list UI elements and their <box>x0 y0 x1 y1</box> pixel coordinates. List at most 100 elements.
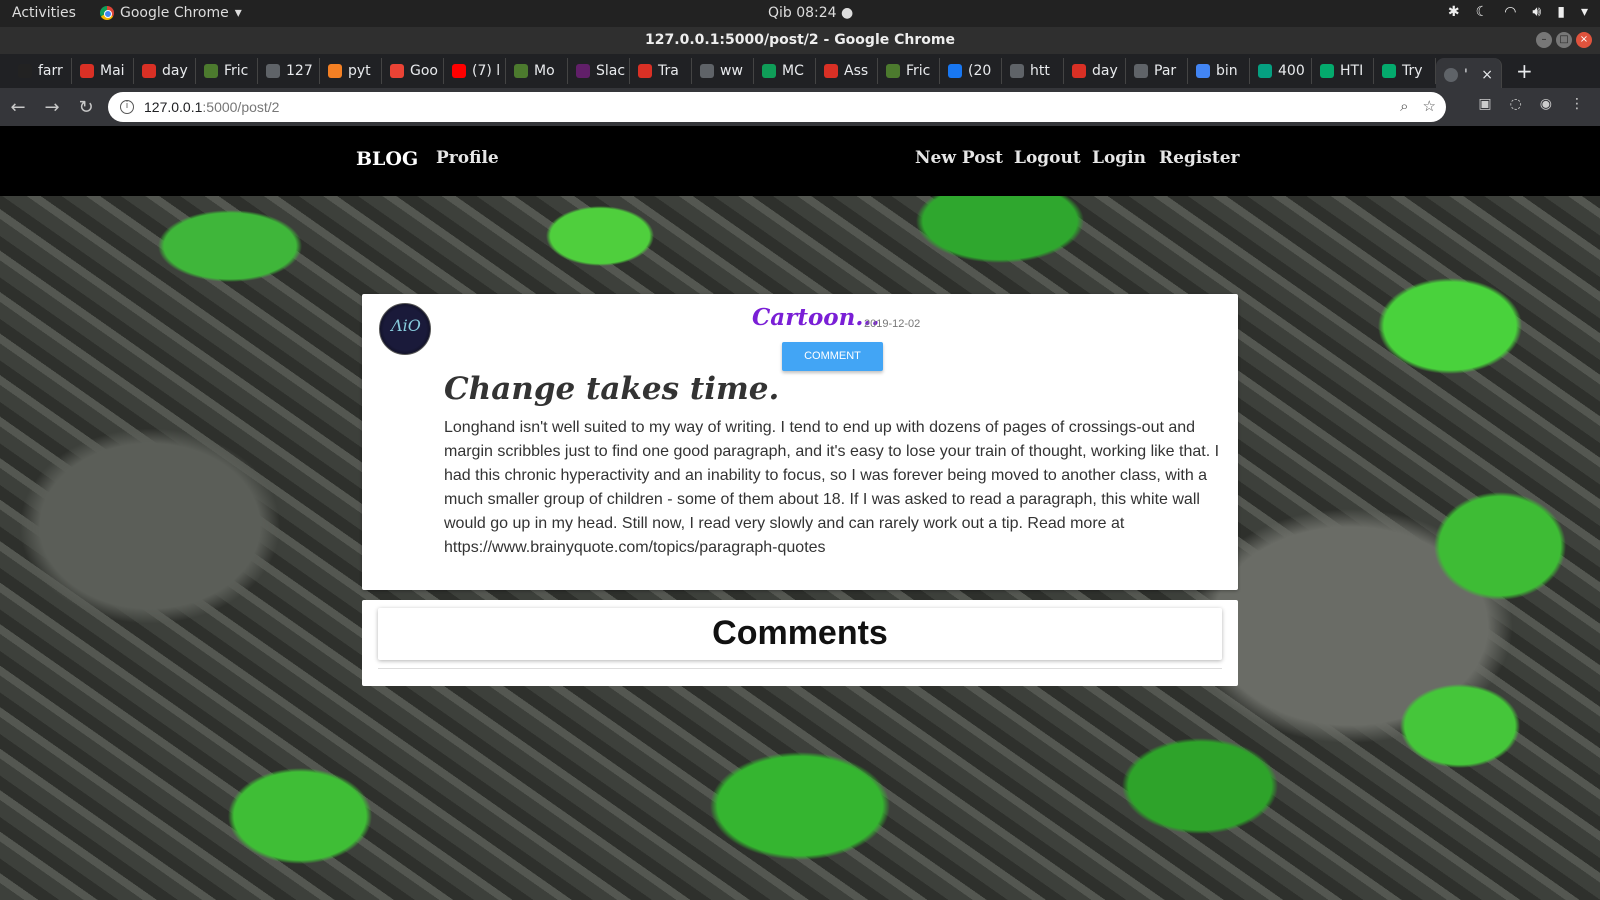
tab-label: Ass <box>844 63 869 79</box>
tab-favicon-icon <box>1134 64 1148 78</box>
post-author[interactable]: Cartoon... <box>752 304 879 331</box>
tab-favicon-icon <box>266 64 280 78</box>
tab-label: Slac <box>596 63 626 79</box>
tab-8[interactable]: Mo <box>506 58 568 84</box>
tab-0[interactable]: farr <box>10 58 72 84</box>
tab-close-icon[interactable]: × <box>1481 67 1493 83</box>
tab-favicon-icon <box>1072 64 1086 78</box>
os-top-bar: Activities Google Chrome ▾ Qib 08:24 ● ✱… <box>0 0 1600 27</box>
window-title: 127.0.0.1:5000/post/2 - Google Chrome <box>0 27 1600 54</box>
tab-20[interactable]: 400 <box>1250 58 1312 84</box>
tab-favicon-icon <box>948 64 962 78</box>
night-light-icon: ☾ <box>1475 4 1489 20</box>
tab-label: ww <box>720 63 743 79</box>
forward-button[interactable]: → <box>36 97 68 118</box>
extension-icons: ▣ ◌ ◉ ⋮ <box>1478 96 1584 112</box>
tab-label: MC <box>782 63 804 79</box>
tab-14[interactable]: Fric <box>878 58 940 84</box>
tab-15[interactable]: (20 <box>940 58 1002 84</box>
tab-2[interactable]: day <box>134 58 196 84</box>
tab-10[interactable]: Tra <box>630 58 692 84</box>
tab-favicon-icon <box>514 64 528 78</box>
system-tray[interactable]: ✱ ☾ ◠ 🔊︎ ▮ ▾ <box>1448 4 1588 20</box>
wifi-icon: ◠ <box>1504 4 1517 20</box>
tab-12[interactable]: MC <box>754 58 816 84</box>
avatar[interactable]: ΛiO <box>379 303 431 355</box>
font-extension-icon[interactable]: ▣ <box>1478 96 1491 112</box>
tab-19[interactable]: bin <box>1188 58 1250 84</box>
activities-button[interactable]: Activities <box>12 5 76 21</box>
tab-label: Par <box>1154 63 1177 79</box>
window-close-button[interactable]: × <box>1576 32 1592 48</box>
tab-7[interactable]: (7) l <box>444 58 506 84</box>
tab-favicon-icon <box>18 64 32 78</box>
page-background: BLOG Profile New Post Logout Login Regis… <box>0 126 1600 900</box>
tab-label: HTI <box>1340 63 1364 79</box>
bookmark-star-icon[interactable]: ☆ <box>1423 97 1436 115</box>
tab-17[interactable]: day <box>1064 58 1126 84</box>
address-bar[interactable]: i 127.0.0.1:5000/post/2 ⌕ ☆ <box>108 92 1446 122</box>
tab-6[interactable]: Goo <box>382 58 444 84</box>
info-icon[interactable]: i <box>120 100 134 114</box>
nav-brand-blog[interactable]: BLOG <box>356 148 418 170</box>
tab-label: farr <box>38 63 63 79</box>
chrome-icon <box>100 6 114 20</box>
tab-3[interactable]: Fric <box>196 58 258 84</box>
back-button[interactable]: ← <box>2 97 34 118</box>
tab-5[interactable]: pyt <box>320 58 382 84</box>
tab-21[interactable]: HTI <box>1312 58 1374 84</box>
tab-label: (20 <box>968 63 992 79</box>
tab-11[interactable]: ww <box>692 58 754 84</box>
tab-label: Mai <box>100 63 125 79</box>
maximize-button[interactable]: □ <box>1556 32 1572 48</box>
nav-profile[interactable]: Profile <box>436 148 499 168</box>
tab-label: Goo <box>410 63 438 79</box>
tab-label: day <box>1092 63 1118 79</box>
nav-logout[interactable]: Logout <box>1014 148 1081 168</box>
app-menu[interactable]: Google Chrome ▾ <box>100 5 242 21</box>
tab-strip: farr Mai day Fric 127 pyt Goo (7) l Mo Slac Tra ww M… <box>0 54 1600 92</box>
tab-favicon-icon <box>886 64 900 78</box>
comment-button[interactable]: COMMENT <box>782 342 883 371</box>
post-card: ΛiO Cartoon... 2019-12-02 COMMENT Change… <box>362 294 1238 590</box>
nav-new-post[interactable]: New Post <box>915 148 1003 168</box>
new-tab-button[interactable]: + <box>1516 59 1533 83</box>
menu-icon[interactable]: ⋮ <box>1570 96 1584 112</box>
tab-label: (7) l <box>472 63 501 79</box>
caret-down-icon: ▾ <box>234 5 242 21</box>
comments-heading: Comments <box>712 614 888 652</box>
extension-icon[interactable]: ◌ <box>1510 96 1522 112</box>
clock[interactable]: Qib 08:24 ● <box>768 5 853 21</box>
tab-favicon-icon <box>1320 64 1334 78</box>
tab-9[interactable]: Slac <box>568 58 630 84</box>
nav-login[interactable]: Login <box>1092 148 1146 168</box>
tab-favicon-icon <box>1382 64 1396 78</box>
tab-favicon-icon <box>762 64 776 78</box>
profile-avatar-icon[interactable]: ◉ <box>1540 96 1552 112</box>
app-name: Google Chrome <box>120 5 229 21</box>
tab-favicon-icon <box>328 64 342 78</box>
nav-register[interactable]: Register <box>1159 148 1239 168</box>
site-navbar: BLOG Profile New Post Logout Login Regis… <box>0 126 1600 196</box>
tab-favicon-icon <box>1196 64 1210 78</box>
tab-22[interactable]: Try <box>1374 58 1436 84</box>
tab-13[interactable]: Ass <box>816 58 878 84</box>
tab-favicon-icon <box>390 64 404 78</box>
tab-favicon-icon <box>1258 64 1272 78</box>
reload-button[interactable]: ↻ <box>70 97 102 118</box>
omnibox-actions: ⌕ ☆ <box>1400 97 1436 115</box>
zoom-icon[interactable]: ⌕ <box>1400 97 1408 115</box>
tab-active[interactable]: ' × <box>1436 58 1502 92</box>
tab-label: Tra <box>658 63 679 79</box>
tab-18[interactable]: Par <box>1126 58 1188 84</box>
tab-favicon-icon <box>1010 64 1024 78</box>
minimize-button[interactable]: – <box>1536 32 1552 48</box>
tab-16[interactable]: htt <box>1002 58 1064 84</box>
tab-label: Try <box>1402 63 1423 79</box>
tab-label: Mo <box>534 63 555 79</box>
tab-label: 127 <box>286 63 313 79</box>
tab-4[interactable]: 127 <box>258 58 320 84</box>
globe-icon <box>1444 68 1458 82</box>
tab-1[interactable]: Mai <box>72 58 134 84</box>
tab-label: Fric <box>906 63 931 79</box>
